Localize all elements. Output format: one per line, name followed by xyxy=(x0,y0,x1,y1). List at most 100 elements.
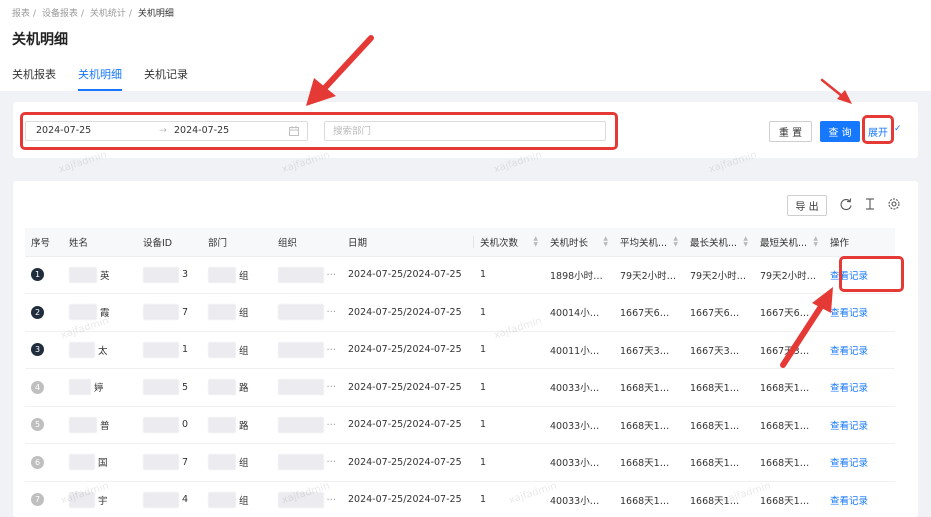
cell-avg-shutdown: 1668天1小... xyxy=(614,481,684,517)
cell-index: 2 xyxy=(25,293,63,332)
masked-value xyxy=(278,341,324,358)
column-header-index: 序号 xyxy=(25,228,63,257)
cell-actions: 查看记录 xyxy=(824,443,895,482)
cell-device-id: 4 xyxy=(137,481,202,517)
export-button[interactable]: 导 出 xyxy=(787,195,827,216)
department-search-input[interactable] xyxy=(324,121,606,141)
sort-icon[interactable]: ▲ ▼ xyxy=(813,236,818,248)
cell-shutdown-count: 1 xyxy=(474,406,544,444)
cell-shutdown-duration: 40033小时9分 xyxy=(544,368,614,407)
cell-shutdown-count: 1 xyxy=(474,256,544,294)
masked-value xyxy=(69,491,95,508)
sort-icon[interactable]: ▲ ▼ xyxy=(743,236,748,248)
date-start[interactable]: 2024-07-25 xyxy=(36,125,91,136)
page-header: 报表 / 设备报表 / 关机统计 / 关机明细 关机明细 关机报表 关机明细 关机记录 xyxy=(0,0,931,91)
masked-value xyxy=(278,304,324,321)
cell-min-shutdown: 1668天1小... xyxy=(754,443,824,482)
query-button[interactable]: 查 询 xyxy=(820,121,860,142)
cell-organization: … xyxy=(272,331,342,369)
expand-chevron-icon[interactable]: ✓ xyxy=(894,124,902,134)
cell-shutdown-duration: 40014小时4... xyxy=(544,293,614,332)
calendar-icon[interactable] xyxy=(289,126,299,136)
view-record-link[interactable]: 查看记录 xyxy=(830,496,868,507)
masked-value xyxy=(278,454,324,471)
sort-icon[interactable]: ▲ ▼ xyxy=(673,236,678,248)
column-header-shutdown-count[interactable]: 关机次数 ▲ ▼ xyxy=(474,228,544,257)
view-record-link[interactable]: 查看记录 xyxy=(830,308,868,319)
cell-shutdown-count: 1 xyxy=(474,481,544,517)
column-header-min-shutdown[interactable]: 最短关机... ▲ ▼ xyxy=(754,228,824,257)
cell-date: 2024-07-25/2024-07-25 xyxy=(342,406,474,444)
cell-name: 婷 xyxy=(63,368,137,407)
table-row: 5 普 0 路… 2024-07-25/2024-07-25 1 40033小时9分 1668… xyxy=(25,406,895,444)
cell-device-id: 1 xyxy=(137,331,202,369)
column-header-device-id: 设备ID xyxy=(137,228,202,257)
masked-value xyxy=(143,491,179,508)
masked-value xyxy=(69,304,97,321)
cell-organization: … xyxy=(272,368,342,407)
cell-min-shutdown: 79天2小时3... xyxy=(754,256,824,294)
cell-organization: … xyxy=(272,481,342,517)
view-record-link[interactable]: 查看记录 xyxy=(830,346,868,357)
breadcrumb-item[interactable]: 设备报表 xyxy=(42,9,78,19)
cell-shutdown-duration: 40033小时9分 xyxy=(544,443,614,482)
tab-shutdown-detail[interactable]: 关机明细 xyxy=(78,66,122,91)
cell-date: 2024-07-25/2024-07-25 xyxy=(342,481,474,517)
tab-shutdown-report[interactable]: 关机报表 xyxy=(12,66,56,91)
cell-index: 1 xyxy=(25,256,63,294)
masked-value xyxy=(69,454,95,471)
cell-max-shutdown: 1667天3小... xyxy=(684,331,754,369)
view-record-link[interactable]: 查看记录 xyxy=(830,271,868,282)
refresh-icon[interactable] xyxy=(839,197,853,211)
date-range-picker[interactable]: 2024-07-25 → 2024-07-25 xyxy=(25,121,308,141)
column-header-max-shutdown[interactable]: 最长关机... ▲ ▼ xyxy=(684,228,754,257)
cell-avg-shutdown: 1667天6小... xyxy=(614,293,684,332)
rank-badge: 3 xyxy=(31,343,44,357)
cell-organization: … xyxy=(272,293,342,332)
cell-actions: 查看记录 xyxy=(824,331,895,369)
rank-badge: 7 xyxy=(31,493,44,507)
cell-actions: 查看记录 xyxy=(824,293,895,332)
date-end[interactable]: 2024-07-25 xyxy=(174,125,229,136)
column-header-name: 姓名 xyxy=(63,228,137,257)
masked-value xyxy=(208,379,236,396)
masked-value xyxy=(208,341,236,358)
cell-actions: 查看记录 xyxy=(824,481,895,517)
cell-device-id: 0 xyxy=(137,406,202,444)
page-title: 关机明细 xyxy=(12,32,68,48)
column-header-avg-shutdown[interactable]: 平均关机... ▲ ▼ xyxy=(614,228,684,257)
cell-device-id: 3 xyxy=(137,256,202,294)
cell-avg-shutdown: 1668天1小... xyxy=(614,406,684,444)
cell-max-shutdown: 79天2小时3... xyxy=(684,256,754,294)
cell-avg-shutdown: 1668天1小... xyxy=(614,443,684,482)
table-row: 4 婷 5 路… 2024-07-25/2024-07-25 1 40033小时9分 1668… xyxy=(25,368,895,407)
masked-value xyxy=(278,379,324,396)
rank-badge: 1 xyxy=(31,268,44,282)
cell-actions: 查看记录 xyxy=(824,406,895,444)
cell-department: 组 xyxy=(202,331,272,369)
breadcrumb-item[interactable]: 关机统计 xyxy=(90,9,126,19)
masked-value xyxy=(143,304,179,321)
cell-index: 6 xyxy=(25,443,63,482)
cell-shutdown-duration: 40033小时9分 xyxy=(544,481,614,517)
cell-max-shutdown: 1667天6小... xyxy=(684,293,754,332)
view-record-link[interactable]: 查看记录 xyxy=(830,383,868,394)
sort-icon[interactable]: ▲ ▼ xyxy=(603,236,608,248)
cell-index: 5 xyxy=(25,406,63,444)
breadcrumb-item[interactable]: 报表 xyxy=(12,9,30,19)
column-header-shutdown-duration[interactable]: 关机时长 ▲ ▼ xyxy=(544,228,614,257)
tab-shutdown-record[interactable]: 关机记录 xyxy=(144,66,188,91)
view-record-link[interactable]: 查看记录 xyxy=(830,421,868,432)
reset-button[interactable]: 重 置 xyxy=(769,121,812,142)
masked-value xyxy=(278,416,324,433)
masked-value xyxy=(208,416,236,433)
expand-button[interactable]: 展开 xyxy=(865,121,891,142)
sort-icon[interactable]: ▲ ▼ xyxy=(533,236,538,248)
view-record-link[interactable]: 查看记录 xyxy=(830,458,868,469)
column-height-icon[interactable] xyxy=(863,197,877,211)
masked-value xyxy=(208,491,236,508)
column-header-department: 部门 xyxy=(202,228,272,257)
cell-index: 7 xyxy=(25,481,63,517)
settings-icon[interactable] xyxy=(887,197,901,211)
masked-value xyxy=(69,379,91,396)
